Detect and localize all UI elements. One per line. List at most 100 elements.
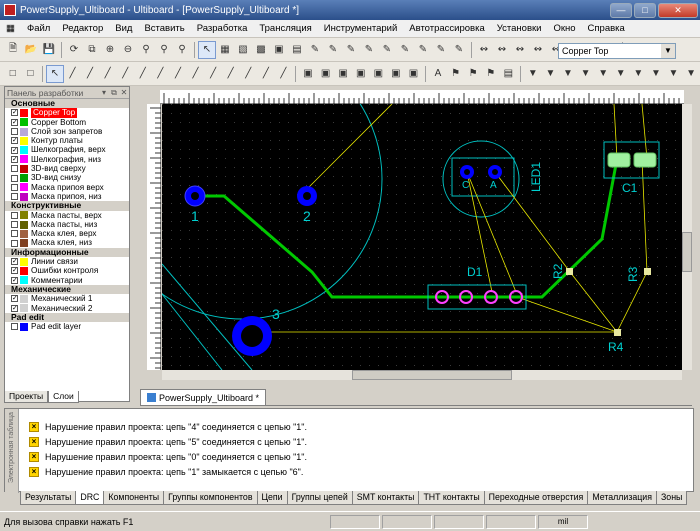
pencil-icon[interactable]: ✎ — [343, 42, 359, 58]
scroll-thumb[interactable] — [682, 232, 692, 272]
line-icon[interactable]: ╱ — [135, 66, 151, 82]
line-icon[interactable]: ╱ — [205, 66, 221, 82]
layer-row[interactable]: ✓ Copper Bottom — [5, 118, 129, 127]
vertical-scrollbar[interactable] — [682, 104, 692, 370]
place-part-icon[interactable]: ▣ — [388, 66, 404, 82]
result-message[interactable]: × Нарушение правил проекта: цепь "1" замы… — [29, 464, 307, 479]
pencil-icon[interactable]: ✎ — [361, 42, 377, 58]
layer-row[interactable]: ✓ Шелкография, низ — [5, 155, 129, 164]
filter-icon[interactable]: ▼ — [666, 66, 682, 82]
layer-row[interactable]: ✓ Контур платы — [5, 136, 129, 145]
result-tab[interactable]: DRC — [75, 491, 105, 505]
r3-pad[interactable] — [644, 268, 651, 275]
properties-icon[interactable]: ▤ — [289, 42, 305, 58]
line-icon[interactable]: ╱ — [188, 66, 204, 82]
layer-visibility-checkbox[interactable] — [11, 128, 18, 136]
layer-visibility-checkbox[interactable] — [11, 174, 18, 182]
tab-layers[interactable]: Слои — [48, 391, 79, 403]
select-box-icon[interactable]: □ — [23, 66, 39, 82]
menu-design[interactable]: Разработка — [191, 23, 254, 34]
pencil-icon[interactable]: ✎ — [415, 42, 431, 58]
layer-visibility-checkbox[interactable] — [11, 193, 18, 201]
r4-pad[interactable] — [614, 329, 621, 336]
route-icon[interactable]: ↭ — [512, 42, 528, 58]
layer-visibility-checkbox[interactable]: ✓ — [11, 118, 18, 126]
layer-visibility-checkbox[interactable] — [11, 323, 18, 331]
layer-row[interactable]: ✓ Шелкография, верх — [5, 145, 129, 154]
filter-icon[interactable]: ▼ — [631, 66, 647, 82]
flag-icon[interactable]: ⚑ — [483, 66, 499, 82]
pencil-icon[interactable]: ✎ — [307, 42, 323, 58]
pencil-icon[interactable]: ✎ — [397, 42, 413, 58]
menu-view[interactable]: Вид — [109, 23, 138, 34]
dropdown-icon[interactable]: ▾ — [99, 88, 109, 97]
filter-icon[interactable]: ▼ — [683, 66, 699, 82]
line-icon[interactable]: ╱ — [65, 66, 81, 82]
zoom-fit-icon[interactable]: ⚲ — [156, 42, 172, 58]
place-part-icon[interactable]: ▣ — [300, 66, 316, 82]
flag-icon[interactable]: ⚑ — [465, 66, 481, 82]
tab-document[interactable]: PowerSupply_Ultiboard * — [140, 389, 267, 405]
result-message[interactable]: × Нарушение правил проекта: цепь "4" соед… — [29, 419, 307, 434]
menu-tools[interactable]: Инструментарий — [318, 23, 403, 34]
layer-row[interactable]: Маска пасты, низ — [5, 220, 129, 229]
zoom-area-icon[interactable]: ⚲ — [138, 42, 154, 58]
result-message[interactable]: × Нарушение правил проекта: цепь "0" соед… — [29, 449, 307, 464]
layer-row[interactable]: Слой зон запретов — [5, 127, 129, 136]
zoom-out-icon[interactable]: ⊖ — [120, 42, 136, 58]
pencil-icon[interactable]: ✎ — [451, 42, 467, 58]
layer-visibility-checkbox[interactable]: ✓ — [11, 137, 18, 145]
line-icon[interactable]: ╱ — [258, 66, 274, 82]
layer-visibility-checkbox[interactable]: ✓ — [11, 304, 18, 312]
view-2d-icon[interactable]: ▦ — [217, 42, 233, 58]
route-icon[interactable]: ↭ — [494, 42, 510, 58]
c1-pad[interactable] — [633, 152, 657, 168]
layer-row[interactable]: 3D-вид снизу — [5, 173, 129, 182]
layer-row[interactable]: ✓ Copper Top — [5, 108, 129, 118]
result-tab[interactable]: Результаты — [20, 491, 77, 505]
place-part-icon[interactable]: ▣ — [371, 66, 387, 82]
result-tab[interactable]: Группы цепей — [286, 491, 353, 505]
layer-group-header[interactable]: Информационные — [5, 247, 129, 258]
maximize-button[interactable]: □ — [634, 2, 656, 18]
layer-group-header[interactable]: Конструктивные — [5, 200, 129, 211]
place-part-icon[interactable]: ▣ — [335, 66, 351, 82]
result-tab[interactable]: Группы компонентов — [163, 491, 258, 505]
line-icon[interactable]: ╱ — [153, 66, 169, 82]
layer-row[interactable]: Маска клея, верх — [5, 229, 129, 238]
spreadsheet-icon[interactable]: ▩ — [253, 42, 269, 58]
layer-visibility-checkbox[interactable] — [11, 230, 18, 238]
layer-group-header[interactable]: Pad edit — [5, 312, 129, 323]
menu-autoroute[interactable]: Автотрассировка — [403, 23, 490, 34]
result-message[interactable]: × Нарушение правил проекта: цепь "5" соед… — [29, 434, 307, 449]
r2-pad[interactable] — [566, 268, 573, 275]
filter-icon[interactable]: ▼ — [613, 66, 629, 82]
filter-icon[interactable]: ▼ — [525, 66, 541, 82]
layer-group-header[interactable]: Механические — [5, 284, 129, 295]
line-icon[interactable]: ╱ — [117, 66, 133, 82]
menu-window[interactable]: Окно — [547, 23, 581, 34]
place-part-icon[interactable]: ▣ — [353, 66, 369, 82]
result-tab[interactable]: Цепи — [256, 491, 288, 505]
pencil-icon[interactable]: ✎ — [325, 42, 341, 58]
filter-icon[interactable]: ▼ — [595, 66, 611, 82]
place-part-icon[interactable]: ▣ — [318, 66, 334, 82]
zoom-sheet-icon[interactable]: ⚲ — [174, 42, 190, 58]
menu-edit[interactable]: Редактор — [56, 23, 109, 34]
save-icon[interactable]: 💾 — [41, 42, 57, 58]
layer-visibility-checkbox[interactable]: ✓ — [11, 155, 18, 163]
pencil-icon[interactable]: ✎ — [379, 42, 395, 58]
layer-row[interactable]: Маска пасты, верх — [5, 211, 129, 220]
chart-icon[interactable]: ▤ — [501, 66, 517, 82]
close-icon[interactable]: ✕ — [119, 88, 129, 97]
layer-visibility-checkbox[interactable]: ✓ — [11, 267, 18, 275]
layer-row[interactable]: Pad edit layer — [5, 322, 129, 331]
line-icon[interactable]: ╱ — [276, 66, 292, 82]
result-tab[interactable]: Зоны — [655, 491, 688, 505]
horizontal-scrollbar[interactable] — [162, 370, 682, 380]
line-icon[interactable]: ╱ — [223, 66, 239, 82]
c1-pad[interactable] — [607, 152, 631, 168]
line-icon[interactable]: ╱ — [170, 66, 186, 82]
filter-icon[interactable]: ▼ — [578, 66, 594, 82]
close-button[interactable]: ✕ — [658, 2, 698, 18]
